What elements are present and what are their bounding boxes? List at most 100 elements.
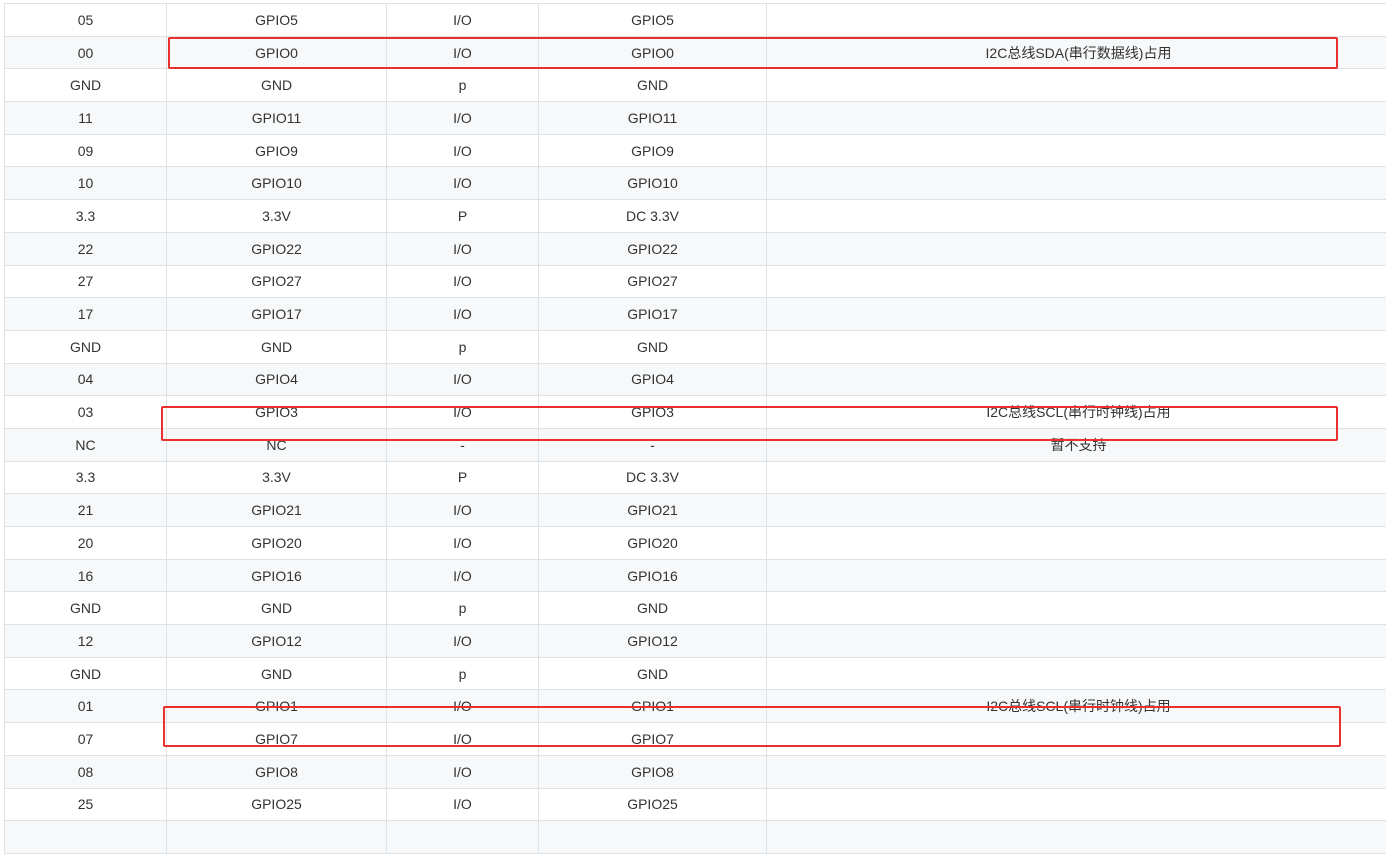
function-cell: GPIO9 [539, 134, 767, 167]
function-cell: GPIO4 [539, 363, 767, 396]
remark-cell [767, 592, 1386, 625]
name-cell: GPIO11 [167, 102, 387, 135]
type-cell: P [387, 461, 539, 494]
table-row: GNDGNDpGND [5, 592, 1386, 625]
remark-cell [767, 723, 1386, 756]
name-cell: GPIO8 [167, 755, 387, 788]
function-cell: GPIO17 [539, 298, 767, 331]
table-row: 09GPIO9I/OGPIO9 [5, 134, 1386, 167]
remark-cell [767, 167, 1386, 200]
bcm-number-cell: 3.3 [5, 461, 167, 494]
remark-cell [767, 363, 1386, 396]
table-row [5, 821, 1386, 854]
function-cell: GPIO10 [539, 167, 767, 200]
name-cell: GPIO3 [167, 396, 387, 429]
bcm-number-cell: 11 [5, 102, 167, 135]
table-row: 05GPIO5I/OGPIO5 [5, 4, 1386, 37]
bcm-number-cell: 17 [5, 298, 167, 331]
table-row: GNDGNDpGND [5, 657, 1386, 690]
type-cell: I/O [387, 298, 539, 331]
bcm-number-cell: 20 [5, 527, 167, 560]
function-cell: GPIO3 [539, 396, 767, 429]
name-cell: GPIO22 [167, 232, 387, 265]
name-cell: GPIO4 [167, 363, 387, 396]
bcm-number-cell: 10 [5, 167, 167, 200]
remark-cell: I2C总线SDA(串行数据线)占用 [767, 36, 1386, 69]
table-row: 3.33.3VPDC 3.3V [5, 200, 1386, 233]
type-cell: I/O [387, 102, 539, 135]
type-cell: I/O [387, 363, 539, 396]
table-row: 22GPIO22I/OGPIO22 [5, 232, 1386, 265]
bcm-number-cell: 12 [5, 625, 167, 658]
function-cell: GPIO22 [539, 232, 767, 265]
name-cell: GPIO16 [167, 559, 387, 592]
name-cell: GPIO12 [167, 625, 387, 658]
name-cell: 3.3V [167, 461, 387, 494]
type-cell: - [387, 428, 539, 461]
type-cell: I/O [387, 4, 539, 37]
type-cell: I/O [387, 232, 539, 265]
function-cell: GPIO7 [539, 723, 767, 756]
type-cell: I/O [387, 723, 539, 756]
remark-cell [767, 200, 1386, 233]
type-cell: I/O [387, 625, 539, 658]
type-cell: p [387, 592, 539, 625]
table-row: 12GPIO12I/OGPIO12 [5, 625, 1386, 658]
remark-cell [767, 527, 1386, 560]
name-cell: GPIO10 [167, 167, 387, 200]
remark-cell [767, 134, 1386, 167]
remark-cell: I2C总线SCL(串行时钟线)占用 [767, 396, 1386, 429]
table-row: 25GPIO25I/OGPIO25 [5, 788, 1386, 821]
bcm-number-cell: 09 [5, 134, 167, 167]
remark-cell [767, 330, 1386, 363]
function-cell: DC 3.3V [539, 461, 767, 494]
remark-cell [767, 625, 1386, 658]
table-row: 21GPIO21I/OGPIO21 [5, 494, 1386, 527]
bcm-number-cell: 22 [5, 232, 167, 265]
function-cell: - [539, 428, 767, 461]
remark-cell [767, 461, 1386, 494]
name-cell: GPIO9 [167, 134, 387, 167]
type-cell: I/O [387, 134, 539, 167]
name-cell: GND [167, 69, 387, 102]
function-cell [539, 821, 767, 854]
remark-cell [767, 788, 1386, 821]
bcm-number-cell: 25 [5, 788, 167, 821]
remark-cell [767, 265, 1386, 298]
function-cell: GPIO12 [539, 625, 767, 658]
name-cell: GPIO7 [167, 723, 387, 756]
type-cell: I/O [387, 36, 539, 69]
remark-cell: 暂不支持 [767, 428, 1386, 461]
bcm-number-cell: 04 [5, 363, 167, 396]
remark-cell [767, 755, 1386, 788]
function-cell: GND [539, 657, 767, 690]
type-cell: p [387, 657, 539, 690]
table-row: GNDGNDpGND [5, 69, 1386, 102]
table-row: GNDGNDpGND [5, 330, 1386, 363]
name-cell: GND [167, 330, 387, 363]
name-cell: GPIO25 [167, 788, 387, 821]
function-cell: GND [539, 330, 767, 363]
function-cell: GPIO20 [539, 527, 767, 560]
bcm-number-cell: 05 [5, 4, 167, 37]
pin-table-body: 05GPIO5I/OGPIO500GPIO0I/OGPIO0I2C总线SDA(串… [5, 4, 1386, 854]
type-cell: I/O [387, 559, 539, 592]
type-cell: I/O [387, 690, 539, 723]
function-cell: GPIO21 [539, 494, 767, 527]
type-cell: I/O [387, 494, 539, 527]
function-cell: GND [539, 69, 767, 102]
table-row: 27GPIO27I/OGPIO27 [5, 265, 1386, 298]
remark-cell [767, 4, 1386, 37]
table-row: 08GPIO8I/OGPIO8 [5, 755, 1386, 788]
function-cell: GPIO11 [539, 102, 767, 135]
type-cell: I/O [387, 167, 539, 200]
type-cell: I/O [387, 788, 539, 821]
remark-cell [767, 69, 1386, 102]
bcm-number-cell: 07 [5, 723, 167, 756]
table-row: 20GPIO20I/OGPIO20 [5, 527, 1386, 560]
bcm-number-cell: 01 [5, 690, 167, 723]
pin-table-container: 05GPIO5I/OGPIO500GPIO0I/OGPIO0I2C总线SDA(串… [4, 3, 1386, 854]
bcm-number-cell: GND [5, 330, 167, 363]
remark-cell [767, 559, 1386, 592]
function-cell: GPIO27 [539, 265, 767, 298]
